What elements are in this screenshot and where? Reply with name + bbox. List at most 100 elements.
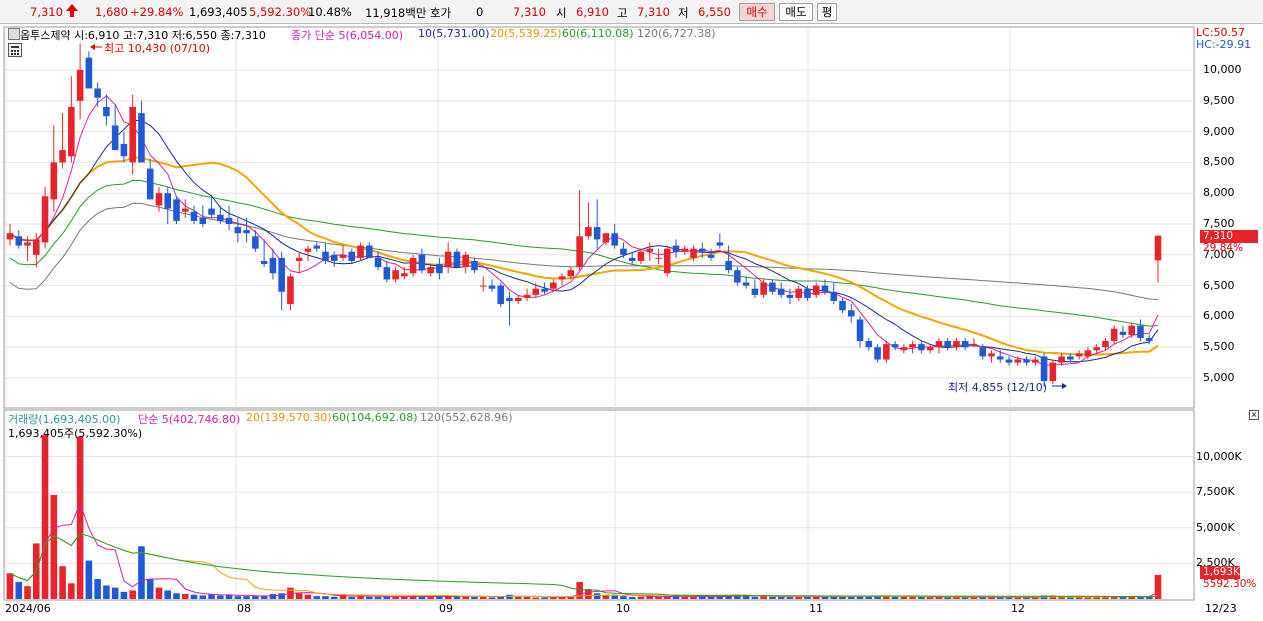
price-change: 1,680	[95, 5, 128, 19]
volume-bar	[760, 596, 767, 599]
candle-body	[471, 260, 478, 271]
candle-body	[85, 57, 93, 89]
candle-body	[418, 254, 426, 271]
candle-body	[1084, 350, 1092, 357]
candle-body	[602, 233, 610, 243]
volume-bar	[523, 596, 531, 599]
candle-body	[550, 282, 557, 289]
candle-body	[76, 70, 84, 101]
volume-bar	[690, 596, 697, 599]
buy-button[interactable]: 매수	[739, 3, 775, 21]
candle-body	[725, 260, 732, 271]
candle-body	[479, 285, 487, 287]
candle-body	[786, 294, 794, 298]
ma120-label[interactable]: 120(6,727.38)	[637, 27, 716, 40]
candle-body	[1032, 359, 1039, 363]
chart-canvas[interactable]	[0, 25, 1263, 621]
candle-body	[804, 288, 811, 298]
volume-bar	[637, 596, 645, 599]
sell-button[interactable]: 매도	[779, 3, 813, 21]
trade-volume: 1,693,405	[189, 5, 248, 19]
price-y-tick: 10,000	[1203, 63, 1242, 76]
candle-body	[672, 245, 680, 252]
volume-y-tick: 7,500K	[1196, 485, 1235, 499]
hoga-value: 0	[476, 5, 484, 19]
volume-bar	[681, 596, 689, 599]
candle-body	[585, 227, 592, 237]
candle-body	[392, 270, 399, 280]
volume-bar	[304, 594, 312, 599]
volume-y-tick: 10,000K	[1196, 449, 1242, 463]
candle-body	[1093, 347, 1100, 351]
volume-ma120-label[interactable]: 120(552,628.96)	[420, 411, 513, 424]
volume-bar	[15, 581, 23, 599]
volume-bar	[146, 579, 154, 599]
volume-ma5-label[interactable]: 단순 5(402,746.80)	[138, 411, 240, 427]
volume-ma60-label[interactable]: 60(104,692.08)	[332, 411, 418, 424]
candle-body	[217, 214, 224, 221]
volume-bar	[944, 597, 951, 599]
volume-bar	[24, 586, 31, 599]
volume-bar	[41, 435, 49, 599]
turnover-pct: 10.48%	[308, 5, 352, 19]
volume-bar	[541, 597, 548, 599]
candle-body	[313, 245, 321, 249]
ma60-label[interactable]: 60(6,110.08)	[562, 27, 634, 40]
candle-body	[138, 113, 145, 163]
volume-bar	[68, 583, 75, 599]
candle-body	[453, 251, 461, 268]
volume-bar	[155, 587, 163, 599]
close-icon[interactable]: ×	[1249, 410, 1259, 420]
volume-bar	[1154, 574, 1162, 599]
price-y-tick: 8,500	[1203, 155, 1235, 169]
candle-body	[506, 297, 513, 301]
candle-body	[812, 285, 820, 295]
candle-body	[234, 227, 242, 234]
last-volume-pct: 5592.30%	[1203, 578, 1257, 590]
calculator-icon[interactable]	[8, 43, 22, 57]
candle-body	[883, 344, 890, 360]
candle-body	[944, 341, 951, 348]
ma5-label[interactable]: 종가 단순 5(6,054.00)	[291, 27, 403, 43]
candle-body	[287, 276, 294, 305]
volume-bar	[891, 596, 899, 599]
ma20-label[interactable]: 20(5,539.25)	[490, 27, 562, 40]
volume-bar	[1067, 597, 1074, 599]
candle-body	[41, 196, 49, 243]
candle-body	[856, 319, 864, 342]
volume-ma20-label[interactable]: 20(139,570.30)	[246, 411, 332, 424]
candle-body	[6, 233, 14, 240]
candle-body	[532, 288, 540, 295]
volume-bar	[313, 596, 321, 599]
volume-bar	[1084, 597, 1092, 599]
collapse-icon[interactable]	[8, 28, 20, 40]
price-y-tick: 8,000	[1203, 186, 1235, 200]
candle-body	[996, 356, 1004, 360]
volume-bar	[900, 596, 908, 599]
candle-body	[830, 291, 838, 301]
low-label: 저	[678, 6, 689, 20]
hoga-label: 호가	[430, 6, 452, 20]
stock-chart[interactable]: 옵투스제약 시:6,910 고:7,310 저:6,550 종:7,310 종가…	[0, 25, 1263, 621]
candle-body	[690, 248, 697, 258]
candle-body	[988, 353, 995, 357]
candle-body	[50, 162, 58, 200]
ma10-label[interactable]: 10(5,731.00)	[418, 27, 490, 40]
candle-body	[252, 236, 259, 249]
x-axis-end-label: 12/23	[1205, 602, 1237, 615]
candle-body	[278, 257, 285, 292]
candle-body	[129, 106, 136, 163]
candle-body	[68, 106, 75, 157]
volume-bar	[427, 596, 434, 599]
x-axis-label: 08	[237, 602, 251, 615]
volume-bar	[164, 590, 172, 599]
volume-ratio: 5,592.30%	[249, 5, 312, 19]
candle-body	[514, 297, 522, 301]
volume-bar	[620, 596, 627, 599]
candle-body	[59, 150, 66, 163]
candle-body	[593, 227, 601, 240]
candle-body	[751, 288, 759, 295]
candle-body	[865, 341, 873, 348]
eval-button[interactable]: 평	[817, 3, 837, 21]
current-price: 7,310	[30, 5, 63, 19]
